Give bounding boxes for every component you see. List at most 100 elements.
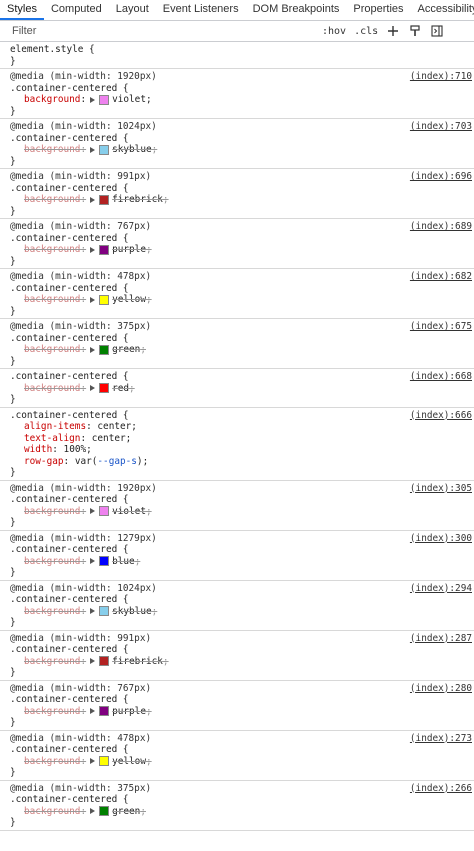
source-link[interactable]: (index):666 xyxy=(410,410,472,422)
expand-arrow-icon[interactable] xyxy=(90,508,96,515)
hov-toggle[interactable]: :hov xyxy=(322,26,346,37)
rule-selector[interactable]: .container-centered { xyxy=(10,644,474,656)
property-value[interactable]: violet xyxy=(112,506,146,518)
css-property[interactable]: align-items: center; xyxy=(10,421,474,433)
color-swatch[interactable] xyxy=(99,194,110,205)
source-link[interactable]: (index):682 xyxy=(410,271,472,283)
property-value[interactable]: firebrick xyxy=(112,194,163,206)
tab-event-listeners[interactable]: Event Listeners xyxy=(156,0,246,20)
source-link[interactable]: (index):294 xyxy=(410,583,472,595)
property-name[interactable]: background xyxy=(24,94,80,106)
style-rule[interactable]: (index):273 @media (min-width: 478px) .con… xyxy=(0,731,474,781)
filter-input[interactable] xyxy=(10,24,314,38)
rule-selector[interactable]: .container-centered { xyxy=(10,371,474,383)
source-link[interactable]: (index):273 xyxy=(410,733,472,745)
expand-arrow-icon[interactable] xyxy=(90,196,96,203)
rule-selector[interactable]: .container-centered { xyxy=(10,494,474,506)
color-swatch[interactable] xyxy=(99,294,110,305)
property-value[interactable]: purple xyxy=(112,244,146,256)
tab-computed[interactable]: Computed xyxy=(44,0,109,20)
tab-styles[interactable]: Styles xyxy=(0,0,44,20)
property-value[interactable]: var(--gap-s) xyxy=(75,456,143,468)
source-link[interactable]: (index):689 xyxy=(410,221,472,233)
property-value[interactable]: center xyxy=(92,433,126,445)
property-name[interactable]: background xyxy=(24,383,80,395)
css-property[interactable]: background: purple; xyxy=(10,706,474,718)
style-rule[interactable]: (index):294 @media (min-width: 1024px) .co… xyxy=(0,581,474,631)
property-name[interactable]: background xyxy=(24,556,80,568)
expand-arrow-icon[interactable] xyxy=(90,658,96,665)
color-swatch[interactable] xyxy=(99,94,110,105)
property-value[interactable]: green xyxy=(112,806,140,818)
rule-selector[interactable]: .container-centered { xyxy=(10,133,474,145)
property-name[interactable]: background xyxy=(24,656,80,668)
css-property[interactable]: background: blue; xyxy=(10,556,474,568)
css-property[interactable]: background: violet; xyxy=(10,506,474,518)
property-value[interactable]: purple xyxy=(112,706,146,718)
property-name[interactable]: background xyxy=(24,244,80,256)
css-property[interactable]: background: green; xyxy=(10,806,474,818)
css-property[interactable]: background: firebrick; xyxy=(10,656,474,668)
rule-selector[interactable]: .container-centered { xyxy=(10,233,474,245)
style-rule[interactable]: (index):710 @media (min-width: 1920px) .co… xyxy=(0,69,474,119)
expand-arrow-icon[interactable] xyxy=(90,246,96,253)
css-property[interactable]: background: skyblue; xyxy=(10,606,474,618)
expand-arrow-icon[interactable] xyxy=(90,96,96,103)
rule-selector[interactable]: .container-centered { xyxy=(10,794,474,806)
source-link[interactable]: (index):305 xyxy=(410,483,472,495)
tab-properties[interactable]: Properties xyxy=(346,0,410,20)
property-name[interactable]: background xyxy=(24,606,80,618)
color-swatch[interactable] xyxy=(99,144,110,155)
rule-selector[interactable]: .container-centered { xyxy=(10,694,474,706)
property-name[interactable]: align-items xyxy=(24,421,86,433)
style-rule[interactable]: (index):300 @media (min-width: 1279px) .co… xyxy=(0,531,474,581)
tab-accessibility[interactable]: Accessibility xyxy=(411,0,474,20)
property-value[interactable]: center xyxy=(97,421,131,433)
css-variable[interactable]: --gap-s xyxy=(97,456,137,467)
property-value[interactable]: red xyxy=(112,383,129,395)
expand-arrow-icon[interactable] xyxy=(90,296,96,303)
cls-toggle[interactable]: .cls xyxy=(354,26,378,37)
style-rule[interactable]: (index):703 @media (min-width: 1024px) .co… xyxy=(0,119,474,169)
style-rule[interactable]: (index):280 @media (min-width: 767px) .con… xyxy=(0,681,474,731)
rule-selector[interactable]: .container-centered { xyxy=(10,410,474,422)
rule-selector[interactable]: .container-centered { xyxy=(10,744,474,756)
style-rule[interactable]: (index):668 .container-centered {backgrou… xyxy=(0,369,474,408)
rule-selector[interactable]: .container-centered { xyxy=(10,83,474,95)
property-name[interactable]: background xyxy=(24,706,80,718)
color-swatch[interactable] xyxy=(99,506,110,517)
paint-brush-icon[interactable] xyxy=(408,24,422,38)
property-value[interactable]: skyblue xyxy=(112,606,152,618)
property-value[interactable]: firebrick xyxy=(112,656,163,668)
property-name[interactable]: background xyxy=(24,806,80,818)
plus-icon[interactable] xyxy=(386,24,400,38)
source-link[interactable]: (index):280 xyxy=(410,683,472,695)
css-property[interactable]: background: green; xyxy=(10,344,474,356)
property-value[interactable]: green xyxy=(112,344,140,356)
rule-selector[interactable]: .container-centered { xyxy=(10,333,474,345)
color-swatch[interactable] xyxy=(99,344,110,355)
color-swatch[interactable] xyxy=(99,706,110,717)
property-value[interactable]: 100% xyxy=(64,444,87,456)
css-property[interactable]: width: 100%; xyxy=(10,444,474,456)
color-swatch[interactable] xyxy=(99,806,110,817)
tab-layout[interactable]: Layout xyxy=(109,0,156,20)
color-swatch[interactable] xyxy=(99,383,110,394)
css-property[interactable]: background: firebrick; xyxy=(10,194,474,206)
css-property[interactable]: background: yellow; xyxy=(10,756,474,768)
style-rule[interactable]: (index):305 @media (min-width: 1920px) .co… xyxy=(0,481,474,531)
source-link[interactable]: (index):703 xyxy=(410,121,472,133)
property-value[interactable]: yellow xyxy=(112,756,146,768)
source-link[interactable]: (index):710 xyxy=(410,71,472,83)
style-rule[interactable]: (index):689 @media (min-width: 767px) .con… xyxy=(0,219,474,269)
property-name[interactable]: background xyxy=(24,194,80,206)
style-rule[interactable]: (index):666 .container-centered {align-it… xyxy=(0,408,474,481)
expand-arrow-icon[interactable] xyxy=(90,758,96,765)
css-property[interactable]: background: purple; xyxy=(10,244,474,256)
property-value[interactable]: yellow xyxy=(112,294,146,306)
tab-dom-breakpoints[interactable]: DOM Breakpoints xyxy=(246,0,347,20)
rule-selector[interactable]: .container-centered { xyxy=(10,544,474,556)
expand-arrow-icon[interactable] xyxy=(90,608,96,615)
element-style-rule[interactable]: element.style { } xyxy=(0,42,474,69)
style-rule[interactable]: (index):287 @media (min-width: 991px) .con… xyxy=(0,631,474,681)
